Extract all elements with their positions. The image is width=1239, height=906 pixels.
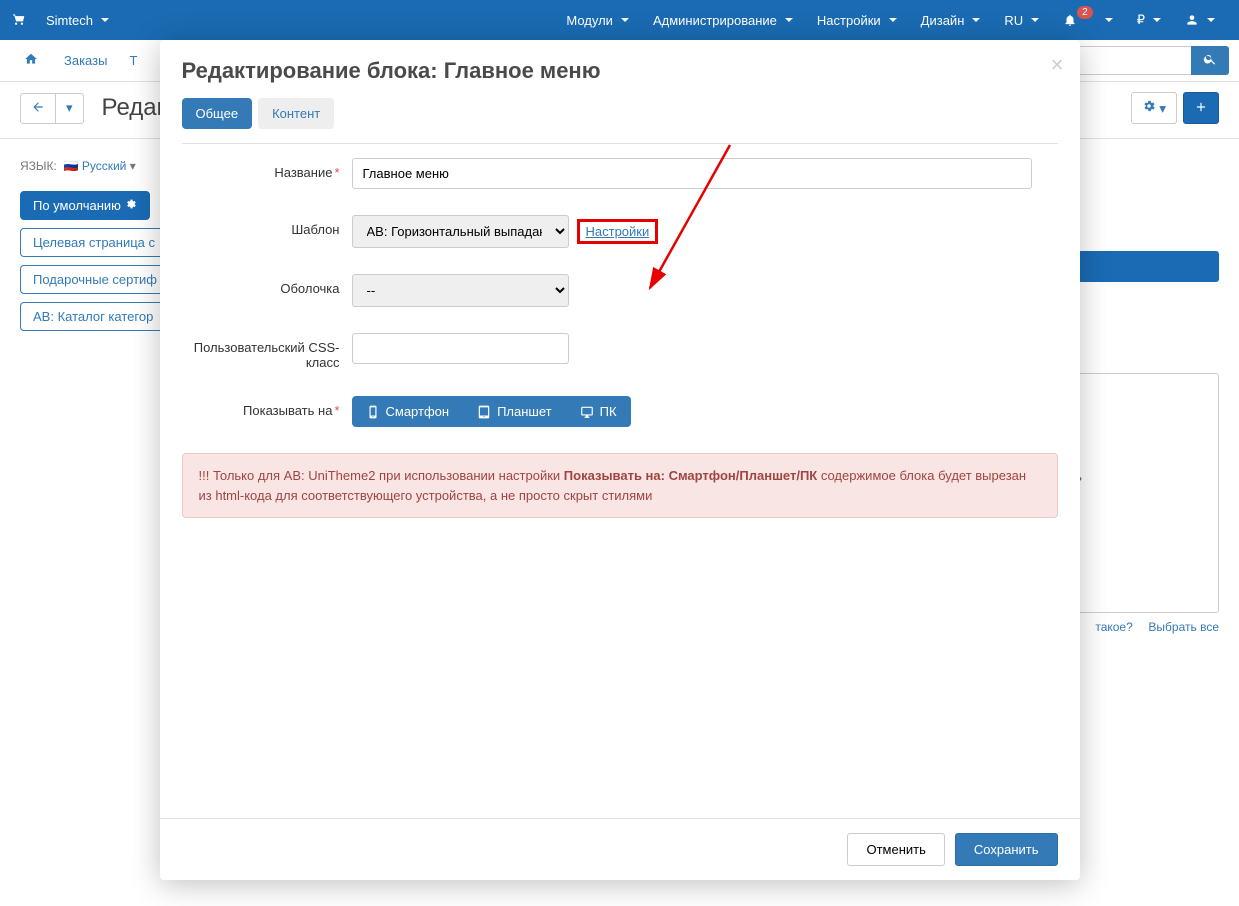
close-icon[interactable]: ×: [1051, 52, 1064, 78]
modal-backdrop: × Редактирование блока: Главное меню Общ…: [0, 0, 1239, 906]
css-input[interactable]: [352, 333, 569, 364]
label-template: Шаблон: [182, 215, 352, 237]
wrapper-select[interactable]: --: [352, 274, 569, 307]
warning-alert: !!! Только для AB: UniTheme2 при использ…: [182, 453, 1058, 518]
save-button[interactable]: Сохранить: [955, 833, 1058, 866]
tab-general[interactable]: Общее: [182, 98, 253, 129]
show-on-tablet[interactable]: Планшет: [463, 396, 566, 427]
label-css: Пользовательский CSS-класс: [182, 333, 352, 370]
label-name: Название*: [182, 158, 352, 180]
modal-title: Редактирование блока: Главное меню: [182, 58, 1058, 84]
cancel-button[interactable]: Отменить: [847, 833, 944, 866]
settings-link[interactable]: Настройки: [586, 224, 650, 239]
show-on-phone[interactable]: Смартфон: [352, 396, 464, 427]
name-input[interactable]: [352, 158, 1032, 189]
show-on-pc[interactable]: ПК: [566, 396, 631, 427]
settings-link-highlight: Настройки: [577, 219, 659, 244]
edit-block-modal: × Редактирование блока: Главное меню Общ…: [160, 40, 1080, 880]
label-wrapper: Оболочка: [182, 274, 352, 296]
tab-content[interactable]: Контент: [258, 98, 334, 129]
template-select[interactable]: АВ: Горизонтальный выпадающ: [352, 215, 569, 248]
label-show-on: Показывать на*: [182, 396, 352, 418]
